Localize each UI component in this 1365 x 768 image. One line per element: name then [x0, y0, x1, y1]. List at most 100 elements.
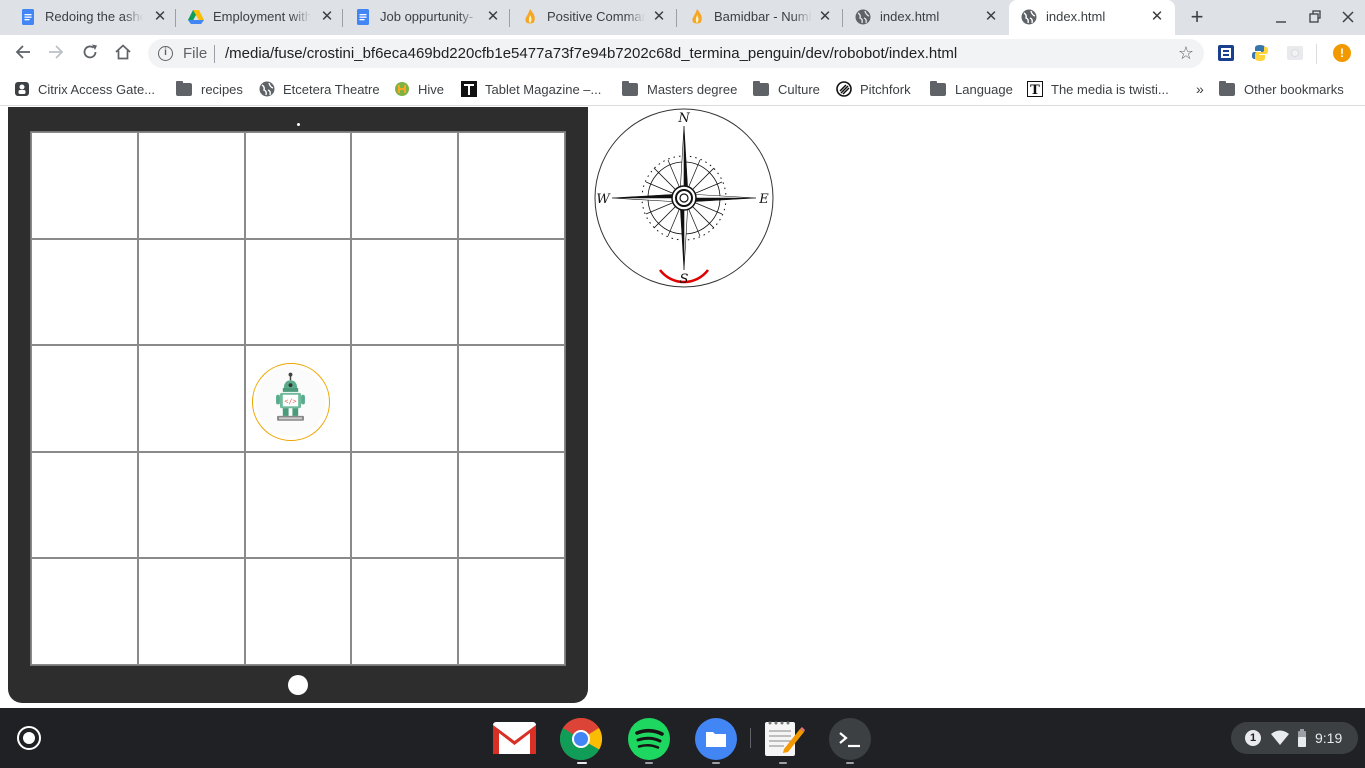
robot-token[interactable]: </> — [252, 363, 330, 441]
extension-reader-icon[interactable] — [1217, 44, 1235, 62]
tab-title: Employment with — [213, 9, 311, 24]
minimize-icon[interactable] — [1272, 8, 1290, 26]
info-icon[interactable]: i — [158, 46, 173, 61]
grid-cell-r3-c2[interactable] — [137, 345, 245, 452]
grid-cell-r1-c5[interactable] — [458, 132, 565, 239]
bookmark-label: Tablet Magazine –... — [485, 81, 602, 97]
docs-icon — [357, 9, 369, 25]
files-icon[interactable] — [694, 717, 738, 761]
grid-cell-r2-c4[interactable] — [351, 238, 459, 346]
spotify-icon[interactable] — [627, 717, 671, 761]
bookmark-label: Etcetera Theatre — [283, 81, 380, 97]
files-running-indicator — [712, 762, 720, 764]
grid-cell-r1-c4[interactable] — [351, 132, 459, 239]
tablet-home-button[interactable] — [288, 675, 308, 695]
pitchfork-icon — [836, 81, 852, 97]
grid-cell-r5-c3[interactable] — [244, 558, 352, 665]
compass-label-south: S — [680, 272, 689, 287]
compass: N S E W — [588, 106, 780, 294]
bookmark-star-icon[interactable]: ☆ — [1178, 43, 1194, 64]
notification-count-badge[interactable]: 1 — [1245, 730, 1261, 746]
bookmark-other-bookmarks[interactable]: Other bookmarks — [1219, 80, 1344, 97]
grid-cell-r4-c3[interactable] — [244, 451, 352, 559]
tab-4[interactable]: Positive Comman ✕ — [510, 0, 677, 35]
grid-cell-r4-c5[interactable] — [458, 451, 565, 559]
tab-close-icon[interactable]: ✕ — [983, 8, 999, 26]
bookmark-culture[interactable]: Culture — [753, 80, 820, 97]
extension-gray-icon[interactable] — [1286, 44, 1304, 62]
bookmark-citrix[interactable]: Citrix Access Gate... — [14, 81, 155, 97]
home-icon[interactable] — [112, 43, 134, 65]
grid-cell-r4-c4[interactable] — [351, 451, 459, 559]
bookmark-language[interactable]: Language — [930, 80, 1013, 97]
tab-5[interactable]: Bamidbar - Numb ✕ — [677, 0, 843, 35]
profile-alert-icon[interactable]: ! — [1333, 44, 1351, 62]
url-scheme: File — [183, 45, 208, 62]
bookmark-hive[interactable]: Hive — [394, 81, 444, 97]
tab-title: Redoing the ashes — [45, 9, 143, 24]
tab-title: Job oppurtunity- v — [380, 9, 478, 24]
grid-cell-r4-c2[interactable] — [137, 451, 245, 559]
bookmark-pitchfork[interactable]: Pitchfork — [836, 81, 911, 97]
bookmark-label: Citrix Access Gate... — [38, 81, 156, 97]
tab-1[interactable]: Redoing the ashes ✕ — [8, 0, 176, 35]
grid-cell-r5-c5[interactable] — [458, 558, 565, 665]
back-icon[interactable] — [12, 43, 34, 65]
shelf-divider — [750, 728, 751, 748]
tab-title: Bamidbar - Numb — [714, 9, 812, 24]
tab-3[interactable]: Job oppurtunity- v ✕ — [343, 0, 510, 35]
grid-cell-r2-c3[interactable] — [244, 238, 352, 346]
grid-cell-r2-c2[interactable] — [137, 238, 245, 346]
compass-label-east: E — [758, 192, 769, 207]
extension-python-icon[interactable] — [1251, 44, 1269, 62]
text-editor-icon[interactable] — [762, 719, 806, 759]
tab-close-icon[interactable]: ✕ — [152, 8, 168, 26]
bookmarks-overflow-button[interactable]: » — [1196, 81, 1204, 97]
grid-cell-r2-c1[interactable] — [31, 238, 138, 346]
grid-cell-r1-c2[interactable] — [137, 132, 245, 239]
forward-icon[interactable] — [45, 43, 67, 65]
bookmark-recipes[interactable]: recipes — [176, 80, 243, 97]
launcher-icon[interactable] — [17, 726, 41, 750]
svg-text:</>: </> — [284, 397, 296, 405]
compass-label-north: N — [677, 111, 690, 126]
tab-close-icon[interactable]: ✕ — [817, 8, 833, 26]
tab-close-icon[interactable]: ✕ — [319, 8, 335, 26]
grid-cell-r1-c1[interactable] — [31, 132, 138, 239]
grid-cell-r4-c1[interactable] — [31, 451, 138, 559]
address-bar[interactable]: i File /media/fuse/crostini_bf6eca469bd2… — [148, 39, 1204, 68]
tab-close-icon[interactable]: ✕ — [1149, 8, 1165, 26]
tablet-t-icon — [461, 81, 477, 97]
grid-cell-r3-c4[interactable] — [351, 345, 459, 452]
grid-cell-r2-c5[interactable] — [458, 238, 565, 346]
gmail-icon[interactable] — [492, 720, 537, 756]
tab-2[interactable]: Employment with ✕ — [176, 0, 343, 35]
bookmark-etcetera-theatre[interactable]: Etcetera Theatre — [259, 81, 380, 97]
grid-cell-r5-c4[interactable] — [351, 558, 459, 665]
os-shelf: 1 9:19 — [0, 708, 1365, 768]
grid-cell-r5-c1[interactable] — [31, 558, 138, 665]
grid-cell-r5-c2[interactable] — [137, 558, 245, 665]
flame-icon — [692, 9, 702, 24]
grid-cell-r3-c1[interactable] — [31, 345, 138, 452]
tab-close-icon[interactable]: ✕ — [651, 8, 667, 26]
tab-close-icon[interactable]: ✕ — [485, 8, 501, 26]
grid-cell-r1-c3[interactable] — [244, 132, 352, 239]
chrome-icon[interactable] — [559, 717, 603, 761]
restore-icon[interactable] — [1306, 8, 1324, 26]
window-close-icon[interactable] — [1339, 8, 1357, 26]
tab-strip: Redoing the ashes ✕ Employment with ✕ Jo… — [0, 0, 1365, 35]
bookmark-media-twisting[interactable]: T The media is twisti... — [1027, 81, 1169, 97]
tab-7-active[interactable]: index.html ✕ — [1009, 0, 1175, 35]
terminal-icon[interactable] — [828, 717, 872, 761]
grid-cell-r3-c5[interactable] — [458, 345, 565, 452]
tab-6[interactable]: index.html ✕ — [843, 0, 1009, 35]
bookmark-masters-degree[interactable]: Masters degree — [622, 80, 737, 97]
new-tab-button[interactable]: + — [1186, 6, 1208, 28]
status-tray[interactable]: 1 9:19 — [1231, 722, 1358, 754]
bookmark-tablet-magazine[interactable]: Tablet Magazine –... — [461, 81, 601, 97]
address-divider — [214, 45, 215, 63]
url-text[interactable]: /media/fuse/crostini_bf6eca469bd220cfb1e… — [225, 45, 957, 62]
reload-icon[interactable] — [79, 43, 101, 65]
folder-icon — [1219, 80, 1235, 96]
